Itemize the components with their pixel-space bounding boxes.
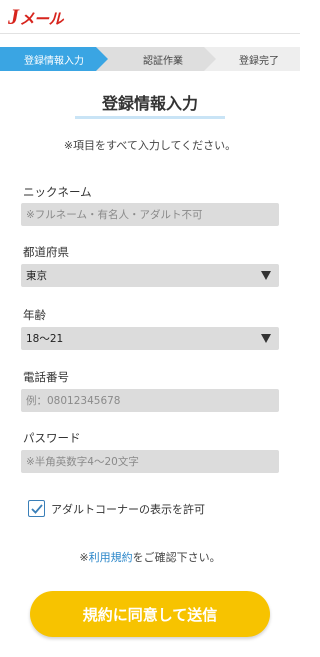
phone-label: 電話番号 [23, 370, 69, 384]
nickname-label: ニックネーム [23, 185, 92, 199]
prefecture-label: 都道府県 [23, 245, 69, 259]
prefecture-value: 東京 [26, 270, 47, 282]
dropdown-caret-icon [261, 334, 271, 343]
page-title: 登録情報入力 [101, 94, 198, 113]
dropdown-caret-icon [261, 271, 271, 280]
step-registration-input: 登録情報入力 [0, 47, 108, 71]
age-value: 18〜21 [26, 333, 64, 345]
nickname-placeholder: ※フルネーム・有名人・アダルト不可 [26, 209, 203, 221]
adult-permission-label: アダルトコーナーの表示を許可 [51, 502, 205, 516]
age-select[interactable]: 18〜21 [21, 327, 279, 350]
password-label: パスワード [23, 431, 81, 445]
password-placeholder: ※半角英数字4〜20文字 [26, 456, 139, 468]
jmail-logo[interactable]: J メール [8, 4, 64, 30]
app-header: J メール [0, 0, 300, 34]
step-verification: 認証作業 [96, 47, 216, 71]
step-complete: 登録完了 [204, 47, 300, 71]
checkmark-icon [30, 503, 43, 514]
required-note: ※項目をすべて入力してください。 [63, 139, 237, 152]
registration-steps: 登録情報入力 認証作業 登録完了 [0, 47, 300, 71]
terms-notice: ※利用規約をご確認下さい。 [79, 551, 221, 564]
phone-placeholder: 例：08012345678 [26, 395, 121, 407]
agree-and-submit-button[interactable]: 規約に同意して送信 [30, 591, 270, 637]
terms-link[interactable]: 利用規約 [89, 551, 133, 564]
nickname-input[interactable]: ※フルネーム・有名人・アダルト不可 [21, 203, 279, 226]
password-input[interactable]: ※半角英数字4〜20文字 [21, 450, 279, 473]
age-label: 年齢 [23, 308, 46, 322]
phone-input[interactable]: 例：08012345678 [21, 389, 279, 412]
title-underline [75, 116, 225, 119]
adult-permission-row[interactable]: アダルトコーナーの表示を許可 [28, 500, 205, 517]
adult-permission-checkbox[interactable] [28, 500, 45, 517]
prefecture-select[interactable]: 東京 [21, 264, 279, 287]
